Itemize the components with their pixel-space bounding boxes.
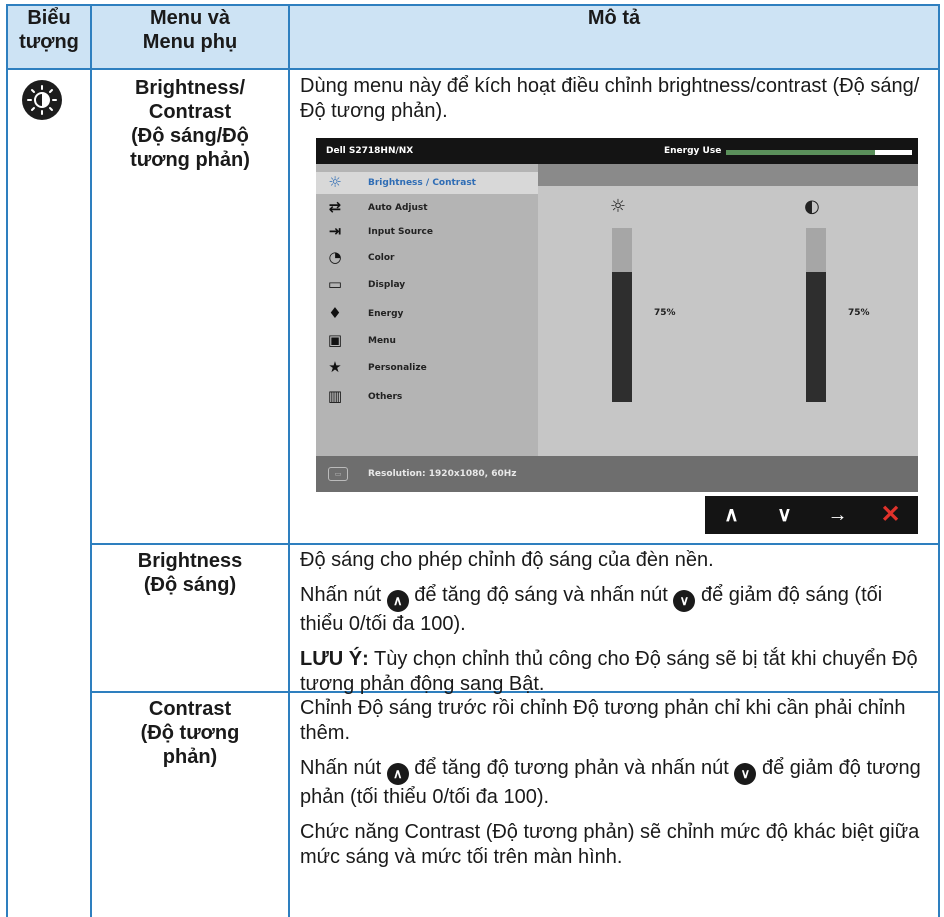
osd-item-brightness-contrast[interactable]: ☼ Brightness / Contrast	[316, 170, 538, 196]
menu-name-line: (Độ sáng)	[143, 574, 237, 596]
osd-item-personalize[interactable]: ★ Personalize	[316, 355, 538, 381]
note-label: LƯU Ý:	[300, 648, 369, 670]
menu-name-line: (Độ sáng/Độ	[131, 125, 249, 147]
up-button-icon: ∧	[386, 763, 409, 785]
brightness-slider[interactable]	[612, 228, 632, 402]
display-icon: ▭	[327, 275, 343, 293]
osd-nav-buttons: ∧ ∨ → ✕	[705, 496, 918, 534]
osd-item-label: Menu	[368, 336, 396, 346]
osd-item-label: Auto Adjust	[368, 203, 428, 213]
desc-text: để tăng độ sáng và nhấn nút	[414, 584, 668, 606]
menu-name-line: tương phản)	[130, 149, 250, 171]
energy-use-label: Energy Use	[664, 146, 722, 156]
down-button-icon: ∨	[734, 763, 757, 785]
osd-item-label: Personalize	[368, 363, 427, 373]
osd-adjust-panel: ☼ 75% ◐ 75%	[538, 186, 918, 456]
desc-text: Nhấn nút	[300, 757, 382, 779]
star-icon: ★	[328, 358, 342, 376]
hdmi-icon: ▭	[328, 467, 348, 481]
menu-name-brightness-contrast: Brightness/ Contrast (Độ sáng/Độ tương p…	[92, 76, 288, 172]
osd-screenshot: Dell S2718HN/NX Energy Use ☼ Brightness …	[316, 138, 918, 492]
energy-use-bar	[726, 150, 912, 155]
menu-icon: ▣	[327, 331, 343, 349]
energy-icon: ♦	[328, 304, 342, 322]
desc-note: LƯU Ý: Tùy chọn chỉnh thủ công cho Độ sá…	[300, 647, 930, 697]
color-icon: ◔	[328, 248, 342, 266]
down-button-icon: ∨	[673, 590, 696, 612]
osd-menu-table: Biểu tượng Menu và Menu phụ Mô tả Bright…	[6, 4, 940, 917]
desc-paragraph: Nhấn nút ∧ để tăng độ sáng và nhấn nút ∨…	[300, 583, 930, 637]
brightness-value: 75%	[654, 308, 676, 318]
up-button[interactable]: ∧	[705, 496, 758, 534]
energy-use-fill	[726, 150, 875, 155]
desc-text: Nhấn nút	[300, 584, 382, 606]
osd-status-bar: ▭ Resolution: 1920x1080, 60Hz	[316, 456, 918, 492]
header-label: tượng	[19, 31, 79, 53]
header-label: Menu phụ	[142, 31, 238, 53]
menu-name-line: (Độ tương	[140, 722, 240, 744]
header-label: Biểu	[27, 7, 71, 29]
down-button[interactable]: ∨	[758, 496, 811, 534]
menu-name-line: Contrast	[148, 698, 232, 720]
menu-name-brightness: Brightness (Độ sáng)	[92, 549, 288, 597]
header-desc-col: Mô tả	[290, 6, 938, 30]
up-button-icon: ∧	[386, 590, 409, 612]
osd-item-auto-adjust[interactable]: ⇄ Auto Adjust	[316, 195, 538, 221]
menu-name-line: Brightness	[137, 550, 243, 572]
desc-contrast: Chỉnh Độ sáng trước rồi chỉnh Độ tương p…	[300, 696, 930, 870]
brightness-slider-fill	[612, 271, 632, 402]
desc-paragraph: Nhấn nút ∧ để tăng độ tương phản và nhấn…	[300, 756, 930, 810]
others-icon: ▥	[327, 387, 343, 405]
header-label: Mô tả	[587, 7, 641, 29]
brightness-contrast-icon	[22, 80, 62, 120]
header-label: Menu và	[149, 7, 231, 29]
osd-item-label: Color	[368, 253, 395, 263]
contrast-value: 75%	[848, 308, 870, 318]
osd-item-energy[interactable]: ♦ Energy	[316, 301, 538, 327]
osd-item-label: Input Source	[368, 227, 433, 237]
note-text: Tùy chọn chỉnh thủ công cho Độ sáng sẽ b…	[300, 648, 918, 695]
contrast-slider[interactable]	[806, 228, 826, 402]
osd-model-name: Dell S2718HN/NX	[326, 146, 414, 156]
header-icon-col: Biểu tượng	[8, 6, 90, 54]
osd-item-others[interactable]: ▥ Others	[316, 384, 538, 410]
osd-item-display[interactable]: ▭ Display	[316, 272, 538, 298]
osd-item-label: Brightness / Contrast	[368, 178, 476, 188]
desc-paragraph: Chỉnh Độ sáng trước rồi chỉnh Độ tương p…	[300, 697, 906, 744]
menu-name-line: Contrast	[148, 101, 232, 123]
resolution-text: Resolution: 1920x1080, 60Hz	[368, 469, 517, 479]
brightness-icon: ☼	[328, 173, 342, 191]
osd-item-label: Others	[368, 392, 403, 402]
osd-item-input-source[interactable]: ⇥ Input Source	[316, 219, 538, 245]
desc-brightness-contrast: Dùng menu này để kích hoạt điều chỉnh br…	[300, 75, 920, 122]
osd-item-color[interactable]: ◔ Color	[316, 245, 538, 271]
osd-item-label: Energy	[368, 309, 404, 319]
desc-paragraph: Chức năng Contrast (Độ tương phản) sẽ ch…	[300, 821, 920, 868]
exit-button[interactable]: ✕	[864, 496, 917, 534]
contrast-icon: ◐	[804, 196, 820, 217]
desc-paragraph: Độ sáng cho phép chỉnh độ sáng của đèn n…	[300, 549, 714, 571]
input-source-icon: ⇥	[328, 222, 342, 240]
menu-name-contrast: Contrast (Độ tương phản)	[92, 697, 288, 769]
header-menu-col: Menu và Menu phụ	[92, 6, 288, 54]
desc-brightness: Độ sáng cho phép chỉnh độ sáng của đèn n…	[300, 548, 930, 697]
sun-icon: ☼	[609, 196, 627, 217]
osd-title-bar: Dell S2718HN/NX Energy Use	[316, 138, 918, 164]
osd-item-label: Display	[368, 280, 406, 290]
osd-item-menu[interactable]: ▣ Menu	[316, 328, 538, 354]
enter-button[interactable]: →	[811, 496, 864, 534]
desc-text: để tăng độ tương phản và nhấn nút	[414, 757, 729, 779]
menu-name-line: Brightness/	[134, 77, 246, 99]
contrast-slider-fill	[806, 271, 826, 402]
osd-menu-list: ☼ Brightness / Contrast ⇄ Auto Adjust ⇥ …	[316, 164, 538, 456]
auto-adjust-icon: ⇄	[328, 198, 342, 216]
menu-name-line: phản)	[162, 746, 218, 768]
